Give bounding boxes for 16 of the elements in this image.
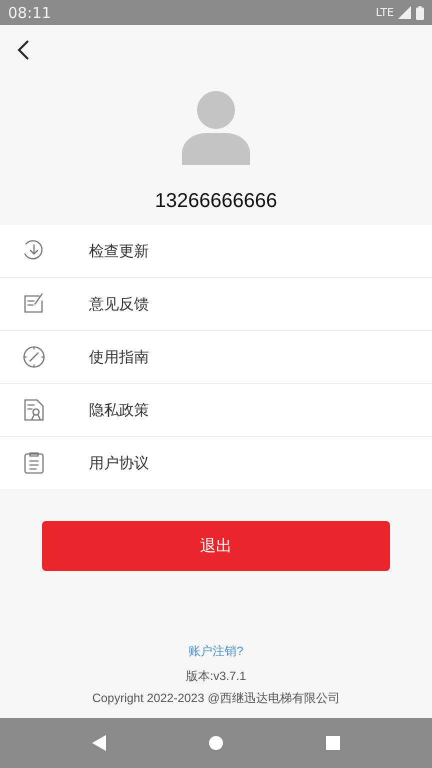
status-time: 08:11	[8, 4, 52, 22]
signal-icon	[398, 6, 412, 19]
copyright-text: Copyright 2022-2023 @西继迅达电梯有限公司	[92, 690, 340, 707]
back-icon[interactable]	[17, 40, 29, 60]
phone-number: 13266666666	[154, 189, 278, 214]
network-label: LTE	[376, 6, 394, 19]
logout-button[interactable]: 退出	[42, 521, 390, 571]
back-nav-icon[interactable]	[92, 735, 106, 751]
home-nav-icon[interactable]	[208, 736, 223, 750]
avatar-icon	[182, 91, 250, 165]
certificate-icon	[22, 398, 46, 422]
battery-icon	[416, 6, 424, 20]
recents-nav-icon[interactable]	[326, 736, 340, 750]
compass-icon	[22, 345, 46, 369]
clipboard-icon	[22, 451, 46, 475]
version-text: 版本:v3.7.1	[186, 668, 246, 685]
